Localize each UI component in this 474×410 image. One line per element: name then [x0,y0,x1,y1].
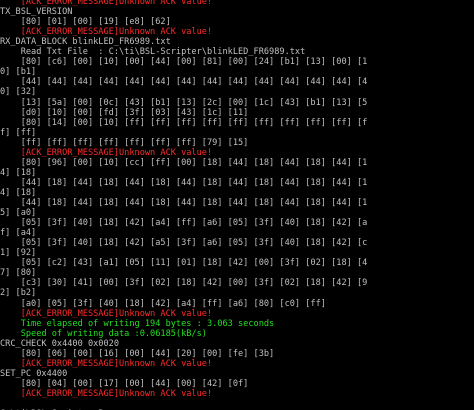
console-line: [44] [18] [44] [18] [44] [18] [44] [18] … [0,198,368,208]
console-line: [80] [14] [00] [10] [ff] [ff] [ff] [ff] … [0,117,368,128]
console-line: [80] [96] [00] [10] [cc] [ff] [00] [18] … [0,157,368,168]
console-line: [05] [c2] [43] [a1] [05] [11] [01] [18] … [0,258,368,269]
console-line: [44] [18] [44] [18] [44] [18] [44] [18] … [0,177,368,188]
console-window[interactable]: [ACK_ERROR_MESSAGE]Unknown ACK value! TX_… [0,0,474,410]
console-line: [05] [3f] [40] [18] [42] [a5] [3f] [a6] … [0,238,368,249]
console-line: [80] [c6] [00] [10] [00] [44] [00] [81] … [0,57,368,68]
console-line: [44] [44] [44] [44] [44] [44] [44] [44] … [0,77,368,88]
console-line: [05] [3f] [40] [18] [42] [a4] [ff] [a6] … [0,218,368,229]
console-error-line: [ACK_ERROR_MESSAGE]Unknown ACK value! [0,388,213,399]
console-line: [c3] [30] [41] [00] [3f] [02] [18] [42] … [0,278,368,289]
